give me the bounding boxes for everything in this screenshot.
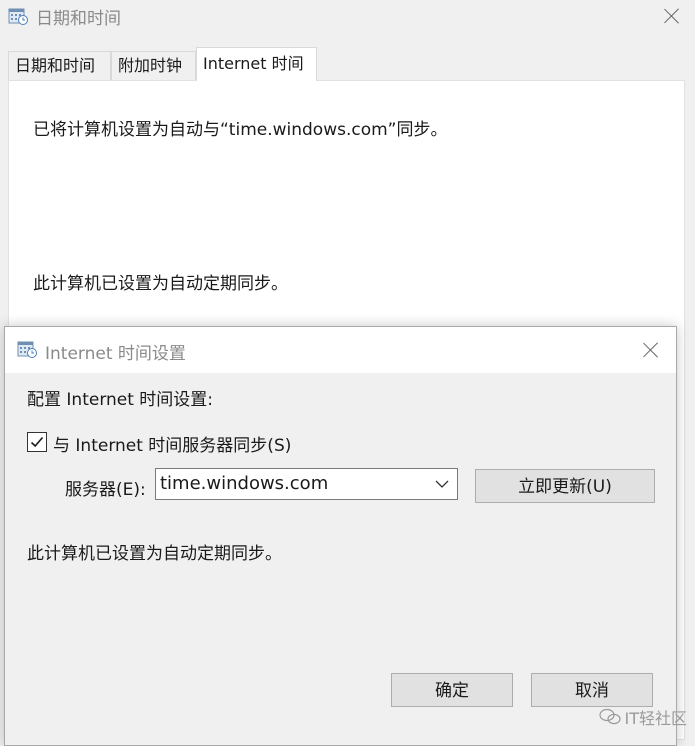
window-titlebar[interactable]: 日期和时间: [0, 0, 695, 34]
auto-sync-status: 此计算机已设置为自动定期同步。: [27, 544, 282, 564]
auto-sync-note: 此计算机已设置为自动定期同步。: [33, 274, 288, 294]
cancel-button[interactable]: 取消: [531, 673, 653, 707]
close-icon[interactable]: [639, 338, 663, 362]
sync-checkbox-label[interactable]: 与 Internet 时间服务器同步(S): [53, 431, 291, 456]
close-icon[interactable]: [660, 4, 684, 28]
dialog-titlebar[interactable]: Internet 时间设置: [5, 327, 676, 373]
wechat-icon: [598, 708, 621, 730]
checkmark-icon: [30, 436, 44, 448]
window-title: 日期和时间: [36, 9, 121, 29]
sync-status-text: 已将计算机设置为自动与“time.windows.com”同步。: [33, 120, 448, 140]
internet-time-settings-dialog: Internet 时间设置 配置 Internet 时间设置: 与 Intern…: [4, 326, 677, 746]
calendar-clock-icon: [8, 6, 28, 26]
chevron-down-icon: [435, 480, 449, 488]
sync-checkbox[interactable]: [27, 432, 47, 452]
watermark-text: IT轻社区: [624, 708, 688, 728]
tab-date-and-time[interactable]: 日期和时间: [8, 51, 111, 80]
server-combobox[interactable]: time.windows.com: [155, 468, 458, 500]
tab-internet-time[interactable]: Internet 时间: [196, 47, 317, 81]
tab-additional-clocks[interactable]: 附加时钟: [111, 51, 196, 80]
settings-heading: 配置 Internet 时间设置:: [27, 390, 214, 410]
watermark: IT轻社区: [598, 705, 688, 731]
dialog-title: Internet 时间设置: [45, 344, 186, 364]
calendar-clock-icon: [17, 339, 37, 359]
update-now-button[interactable]: 立即更新(U): [475, 469, 655, 503]
ok-button[interactable]: 确定: [391, 673, 513, 707]
server-value: time.windows.com: [160, 473, 329, 494]
server-label: 服务器(E):: [65, 480, 146, 500]
